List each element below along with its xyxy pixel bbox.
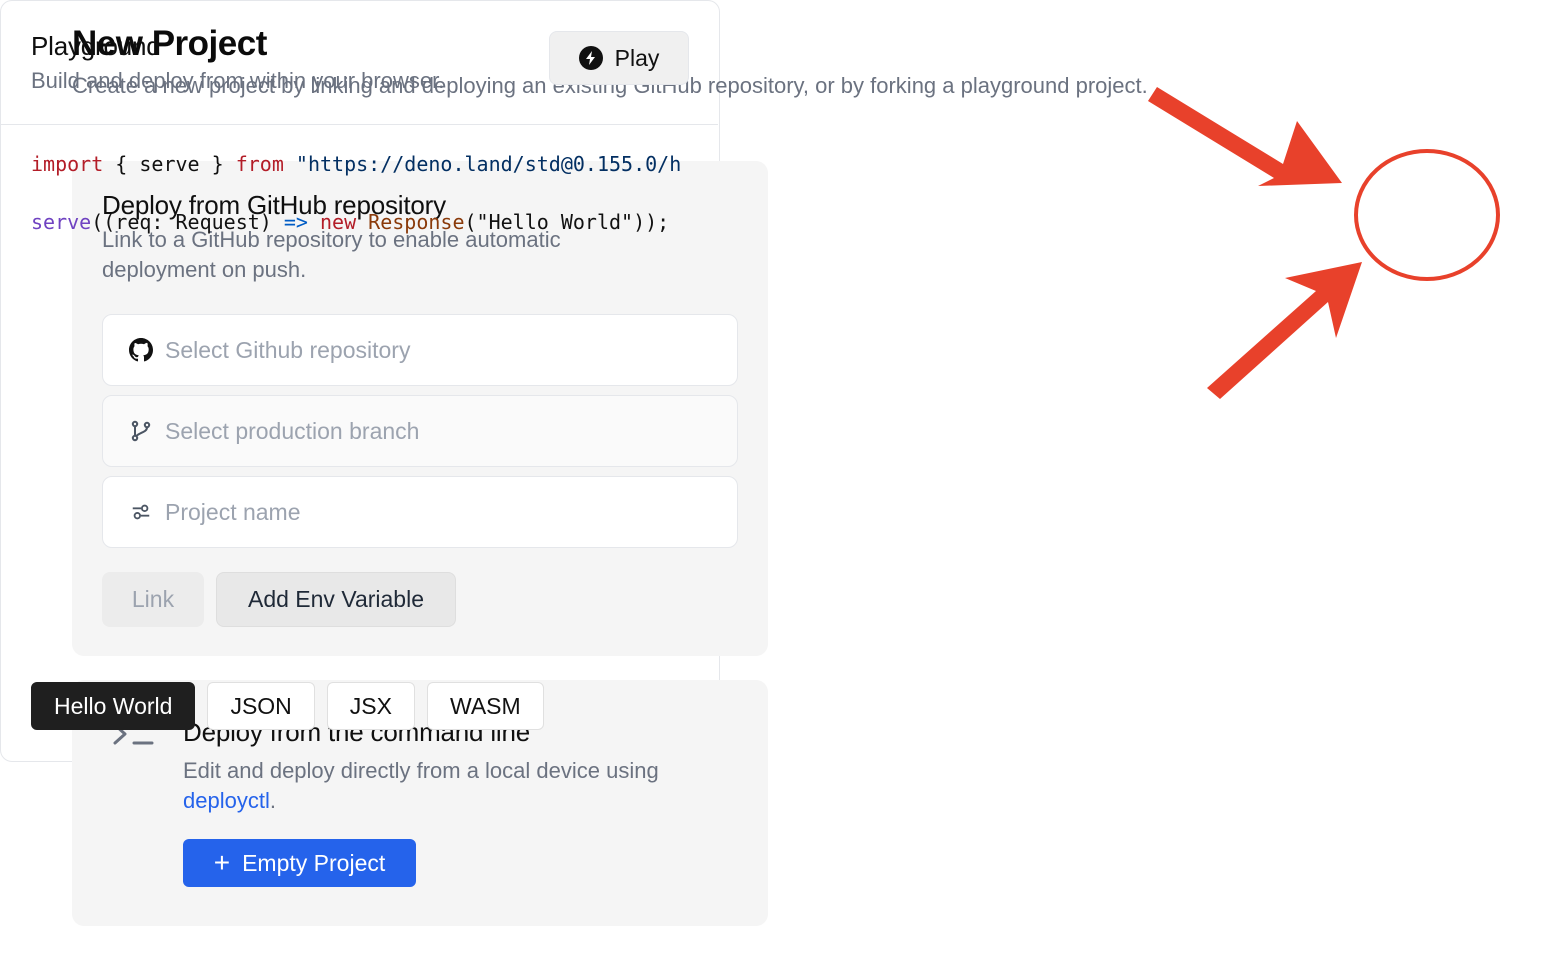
code-token: "https://deno.land/std@0.155.0/h (283, 152, 682, 176)
sliders-icon (129, 500, 153, 524)
bolt-icon (578, 46, 603, 70)
play-button[interactable]: Play (549, 31, 689, 85)
code-token: ((req: Request) (91, 210, 284, 234)
cli-card-description: Edit and deploy directly from a local de… (183, 756, 743, 816)
deployctl-link[interactable]: deployctl (183, 788, 270, 813)
code-token: Response (356, 210, 465, 234)
tab-json[interactable]: JSON (207, 682, 315, 730)
code-token: new (307, 210, 357, 234)
cli-description-text: Edit and deploy directly from a local de… (183, 758, 659, 783)
empty-project-button[interactable]: + Empty Project (183, 839, 416, 887)
plus-icon: + (213, 847, 231, 878)
repository-select-placeholder: Select Github repository (165, 336, 411, 363)
playground-description: Build and deploy from within your browse… (31, 68, 445, 93)
annotation-circle (1354, 149, 1500, 281)
cli-description-suffix: . (269, 788, 276, 813)
annotation-arrow-bottom (1207, 262, 1362, 399)
code-token: from (235, 152, 284, 176)
playground-divider (0, 124, 718, 125)
git-branch-icon (129, 419, 153, 443)
project-name-input[interactable]: Project name (102, 476, 738, 548)
tab-wasm[interactable]: WASM (426, 682, 544, 730)
code-token: ("Hello World")); (464, 210, 670, 234)
add-env-variable-button[interactable]: Add Env Variable (216, 572, 456, 627)
github-icon (129, 338, 153, 362)
branch-select-placeholder: Select production branch (165, 417, 420, 444)
code-editor[interactable]: import { serve } from "https://deno.land… (31, 150, 689, 237)
play-label: Play (614, 44, 660, 71)
branch-select[interactable]: Select production branch (102, 395, 738, 467)
code-token: import (31, 152, 104, 176)
empty-project-label: Empty Project (242, 849, 386, 876)
tab-hello-world[interactable]: Hello World (31, 682, 196, 730)
repository-select[interactable]: Select Github repository (102, 314, 738, 386)
code-token: serve (31, 210, 92, 234)
tab-jsx[interactable]: JSX (326, 682, 415, 730)
playground-title: Playground (31, 31, 161, 61)
code-token: { serve } (103, 152, 236, 176)
template-tabs: Hello World JSON JSX WASM (31, 682, 544, 730)
code-token: => (283, 210, 308, 234)
annotation-arrow-top (1148, 87, 1342, 186)
project-name-placeholder: Project name (165, 498, 301, 525)
link-button[interactable]: Link (102, 572, 204, 627)
